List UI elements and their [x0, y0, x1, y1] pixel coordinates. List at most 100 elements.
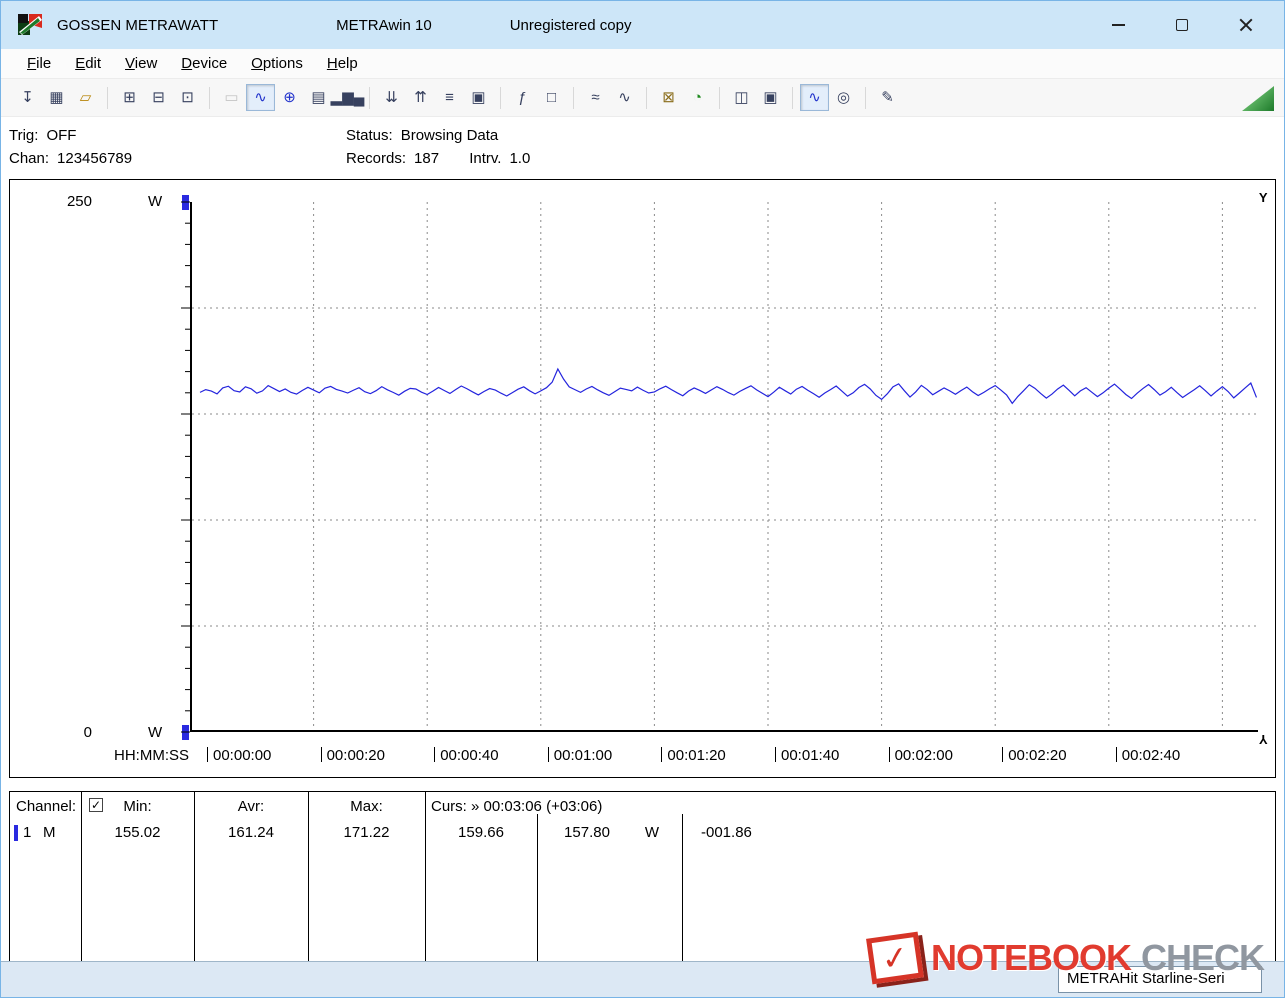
- x-tick-mark: [320, 747, 322, 762]
- records-value: 187: [414, 150, 440, 167]
- line-chart-icon: ∿: [254, 89, 267, 106]
- right-gutter: Y Y: [1258, 190, 1275, 747]
- menu-item-edit[interactable]: Edit: [63, 51, 113, 76]
- toolbar-separator: [500, 86, 501, 109]
- close-icon: [1239, 18, 1253, 32]
- records-label: Records:: [346, 150, 407, 167]
- x-tick-label: 00:02:40: [1115, 747, 1180, 764]
- cursor1-value: 159.66: [458, 824, 504, 841]
- channel-color-marker: [14, 825, 18, 841]
- title-bar: GOSSEN METRAWATT METRAwin 10 Unregistere…: [1, 1, 1284, 49]
- trig-label: Trig:: [9, 127, 39, 144]
- crosshair-icon: ⊕: [283, 89, 296, 106]
- cursor-unit: W: [644, 824, 660, 841]
- export-file-button[interactable]: ⊡: [173, 84, 202, 111]
- y-max-label: 250: [66, 193, 92, 210]
- x-tick-label: 00:01:40: [775, 747, 839, 764]
- minimize-button[interactable]: [1086, 1, 1150, 49]
- function-button[interactable]: ƒ: [508, 84, 537, 111]
- export-text-button[interactable]: ⊞: [115, 84, 144, 111]
- menu-item-view[interactable]: View: [113, 51, 169, 76]
- export-clipboard-button[interactable]: ⊟: [144, 84, 173, 111]
- trig-value: OFF: [46, 127, 77, 144]
- status-panel: Trig: OFF Chan: 123456789 Status: Browsing …: [1, 117, 1284, 179]
- x-axis-labels: HH:MM:SS 00:00:00 00:00:20 00:00:40 00:01:0…: [10, 733, 1275, 773]
- resize-grip-triangle[interactable]: [1242, 86, 1274, 111]
- maximize-icon: [1176, 19, 1188, 31]
- toolbar-separator: [865, 86, 866, 109]
- power-line-series: [199, 367, 1257, 405]
- y-axis-zoom-handle-top[interactable]: Y: [1259, 190, 1268, 205]
- notebookcheck-watermark: ✓ NOTEBOOK CHECK: [866, 931, 1265, 985]
- zoom-wave-icon: ∿: [808, 89, 821, 106]
- table-divider: [425, 792, 426, 962]
- device-monitor-button[interactable]: ▣: [464, 84, 493, 111]
- notebookcheck-check-icon: ✓: [866, 931, 924, 985]
- x-tick-mark: [888, 747, 890, 762]
- annotation-button[interactable]: ✎: [873, 84, 902, 111]
- menu-item-device[interactable]: Device: [169, 51, 239, 76]
- note-icon: ✎: [881, 89, 894, 106]
- split-signal-button[interactable]: ≈: [581, 84, 610, 111]
- zoom-button[interactable]: ◎: [829, 84, 858, 111]
- window-file-icon: ⊡: [181, 89, 194, 106]
- channel-mode: M: [43, 824, 56, 841]
- x-tick-label: 00:02:20: [1002, 747, 1067, 764]
- status-value: Browsing Data: [400, 127, 499, 144]
- scope-view-button[interactable]: ⊕: [275, 84, 304, 111]
- title-app-name: METRAwin 10: [336, 16, 432, 34]
- timer-button[interactable]: ◔: [683, 84, 712, 111]
- maximize-button[interactable]: [1150, 1, 1214, 49]
- y-axis-gutter: 250 W 0 W: [10, 193, 190, 741]
- cursor-delta-value: -001.86: [701, 824, 752, 841]
- menu-bar: File Edit View Device Options Help: [1, 49, 1284, 79]
- window-text-icon: ⊞: [123, 89, 136, 106]
- open-button[interactable]: ▱: [71, 84, 100, 111]
- histogram-view-button[interactable]: ▂▆▄: [331, 84, 365, 111]
- max-value: 171.22: [343, 824, 390, 841]
- monitor-icon: ▣: [471, 89, 486, 106]
- toolbar-separator: [369, 86, 370, 109]
- minimize-icon: [1111, 24, 1125, 26]
- print-preview-button[interactable]: ◫: [727, 84, 756, 111]
- check-glyph: ✓: [879, 938, 911, 978]
- waveform-button[interactable]: ∿: [610, 84, 639, 111]
- menu-item-file[interactable]: File: [15, 51, 63, 76]
- col-header-avr: Avr:: [237, 798, 265, 815]
- y-unit-top: W: [148, 193, 163, 210]
- table-divider: [308, 792, 309, 962]
- disk-icon: ▦: [49, 89, 64, 106]
- copy-data-button[interactable]: ⊠: [654, 84, 683, 111]
- plot-area[interactable]: [180, 201, 1258, 733]
- zoom-time-button[interactable]: ∿: [800, 84, 829, 111]
- line-chart-view-button[interactable]: ∿: [246, 84, 275, 111]
- x-axis-title: HH:MM:SS: [114, 747, 189, 764]
- x-tick-label: 00:00:20: [320, 747, 385, 764]
- watermark-word-check: CHECK: [1140, 937, 1265, 978]
- chart-plot[interactable]: [180, 201, 1258, 733]
- close-button[interactable]: [1214, 1, 1278, 49]
- table-icon: ▤: [311, 89, 326, 106]
- device-read-button[interactable]: ⇊: [377, 84, 406, 111]
- menu-item-options[interactable]: Options: [239, 51, 315, 76]
- device-write-button[interactable]: ⇈: [406, 84, 435, 111]
- table-view-button[interactable]: ▤: [304, 84, 333, 111]
- x-tick-mark: [661, 747, 663, 762]
- table-divider: [81, 792, 82, 962]
- disk-arrow-icon: ↧: [21, 89, 34, 106]
- channel-number: 1: [23, 824, 32, 841]
- x-tick-mark: [1115, 747, 1117, 762]
- print-button[interactable]: ▣: [756, 84, 785, 111]
- save-as-button[interactable]: ↧: [13, 84, 42, 111]
- pc-display-button[interactable]: □: [537, 84, 566, 111]
- x-tick-mark: [547, 747, 549, 762]
- app-logo-icon: [17, 12, 43, 38]
- x-tick-mark: [434, 747, 436, 762]
- x-tick-label: 00:01:00: [547, 747, 612, 764]
- save-button[interactable]: ▦: [42, 84, 71, 111]
- menu-item-help[interactable]: Help: [315, 51, 370, 76]
- keyboard-icon: ▭: [224, 89, 239, 106]
- x-tick-label: 00:02:00: [888, 747, 953, 764]
- folder-open-icon: ▱: [79, 89, 92, 106]
- device-list-button[interactable]: ≡: [435, 84, 464, 111]
